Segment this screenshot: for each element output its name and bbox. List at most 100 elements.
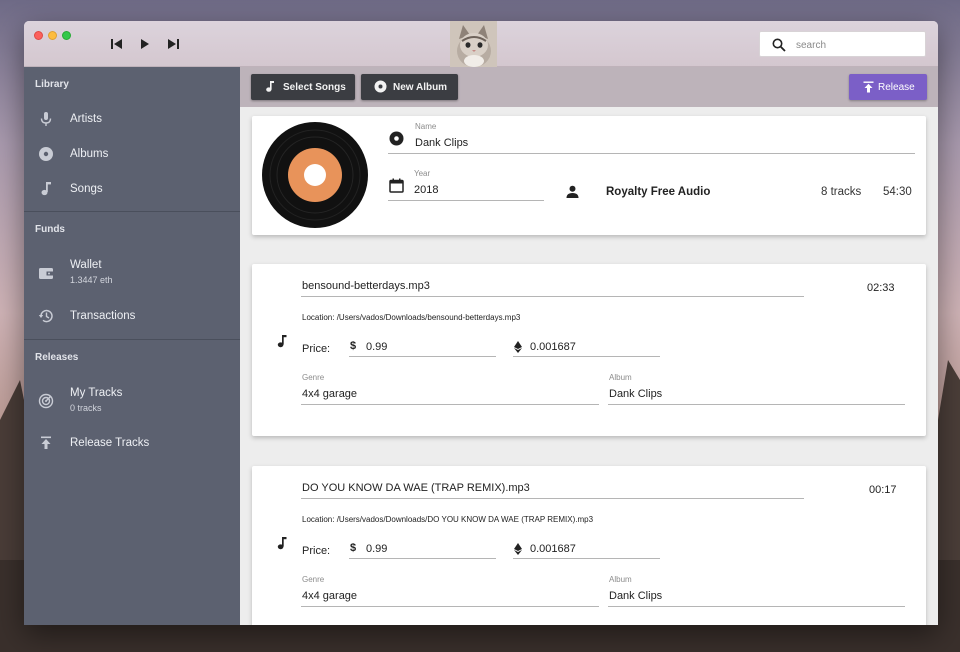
track-genre-label: Genre (302, 575, 325, 584)
search-box[interactable] (759, 31, 926, 57)
person-icon (566, 185, 579, 198)
sidebar-divider (24, 211, 240, 212)
sidebar-item-transactions[interactable]: Transactions (24, 302, 240, 330)
track-duration: 00:17 (869, 484, 897, 496)
track-album-underline (608, 606, 905, 607)
album-name-field[interactable]: Dank Clips (415, 137, 468, 149)
sidebar-item-artists[interactable]: Artists (24, 105, 240, 133)
music-note-icon (276, 536, 288, 550)
track-album-field[interactable]: Dank Clips (609, 388, 662, 400)
play-button[interactable] (138, 38, 152, 50)
main-content: Select Songs New Album Release Name Dank… (240, 67, 938, 625)
sidebar-item-albums[interactable]: Albums (24, 140, 240, 168)
radar-icon (38, 393, 54, 409)
album-track-count: 8 tracks (821, 186, 862, 198)
album-name-label: Name (415, 122, 437, 131)
search-input[interactable] (796, 36, 916, 54)
app-window: Library Artists Albums Songs Funds (24, 21, 938, 625)
track-genre-field[interactable]: 4x4 garage (302, 590, 357, 602)
publish-icon (38, 435, 54, 451)
track-filename[interactable]: bensound-betterdays.mp3 (302, 280, 430, 292)
track-filename-underline (301, 498, 804, 499)
track-location: Location: /Users/vados/Downloads/DO YOU … (302, 515, 594, 524)
ethereum-icon (514, 543, 522, 555)
history-icon (38, 308, 54, 324)
sidebar: Library Artists Albums Songs Funds Walle… (24, 67, 240, 625)
track-genre-label: Genre (302, 373, 325, 382)
sidebar-section-library: Library (35, 79, 69, 90)
track-album-underline (608, 404, 905, 405)
album-year-underline (388, 200, 544, 201)
track-album-label: Album (609, 373, 632, 382)
skip-next-icon (168, 39, 179, 49)
next-track-button[interactable] (166, 38, 180, 50)
track-location: Location: /Users/vados/Downloads/bensoun… (302, 313, 521, 322)
track-usd-price[interactable]: 0.99 (366, 341, 387, 353)
track-genre-underline (301, 606, 599, 607)
eth-price-underline (513, 558, 660, 559)
sidebar-divider (24, 339, 240, 340)
usd-price-underline (349, 558, 496, 559)
previous-track-button[interactable] (110, 38, 124, 50)
track-filename[interactable]: DO YOU KNOW DA WAE (TRAP REMIX).mp3 (302, 482, 530, 494)
calendar-icon (389, 178, 404, 193)
track-usd-price[interactable]: 0.99 (366, 543, 387, 555)
usd-price-underline (349, 356, 496, 357)
track-genre-field[interactable]: 4x4 garage (302, 388, 357, 400)
sidebar-item-songs[interactable]: Songs (24, 175, 240, 203)
track-album-label: Album (609, 575, 632, 584)
album-card: Name Dank Clips Year 2018 Royalty Free A… (252, 116, 926, 235)
track-price-label: Price: (302, 343, 331, 355)
title-bar (24, 21, 938, 67)
track-duration: 02:33 (867, 282, 895, 294)
sidebar-item-label: My Tracks (70, 387, 123, 399)
track-eth-price[interactable]: 0.001687 (530, 543, 576, 555)
track-genre-underline (301, 404, 599, 405)
album-artist: Royalty Free Audio (606, 186, 711, 198)
kitten-artwork-icon (450, 21, 497, 67)
release-button[interactable]: Release (849, 74, 927, 100)
minimize-window-button[interactable] (48, 31, 57, 40)
ethereum-icon (514, 341, 522, 353)
dollar-icon: $ (350, 542, 357, 554)
album-disc-icon (389, 131, 404, 146)
track-price-label: Price: (302, 545, 331, 557)
album-year-label: Year (414, 169, 431, 178)
sidebar-item-label: Albums (70, 148, 109, 160)
toolbar: Select Songs New Album Release (240, 67, 938, 107)
close-window-button[interactable] (34, 31, 43, 40)
sidebar-item-release-tracks[interactable]: Release Tracks (24, 429, 240, 457)
search-icon (772, 38, 786, 52)
play-icon (141, 39, 149, 49)
sidebar-item-label: Songs (70, 183, 103, 195)
track-eth-price[interactable]: 0.001687 (530, 341, 576, 353)
album-disc-icon (38, 146, 54, 162)
track-card: bensound-betterdays.mp3 02:33 Location: … (252, 264, 926, 436)
music-note-icon (266, 81, 274, 92)
album-year-field[interactable]: 2018 (414, 184, 438, 196)
zoom-window-button[interactable] (62, 31, 71, 40)
vinyl-record-icon (261, 121, 369, 229)
sidebar-item-my-tracks[interactable]: My Tracks 0 tracks (24, 380, 240, 422)
sidebar-section-releases: Releases (35, 352, 79, 363)
now-playing-cover[interactable] (450, 21, 497, 67)
new-album-button[interactable]: New Album (361, 74, 458, 100)
microphone-icon (38, 111, 54, 127)
track-filename-underline (301, 296, 804, 297)
sidebar-section-funds: Funds (35, 224, 65, 235)
sidebar-item-label: Wallet (70, 259, 102, 271)
sidebar-item-wallet[interactable]: Wallet 1.3447 eth (24, 252, 240, 294)
track-card: DO YOU KNOW DA WAE (TRAP REMIX).mp3 00:1… (252, 466, 926, 625)
track-album-field[interactable]: Dank Clips (609, 590, 662, 602)
sidebar-item-label: Release Tracks (70, 437, 150, 449)
dollar-icon: $ (350, 340, 357, 352)
upload-icon (863, 81, 874, 93)
sidebar-item-label: Artists (70, 113, 102, 125)
my-tracks-count: 0 tracks (70, 403, 102, 413)
select-songs-button[interactable]: Select Songs (251, 74, 355, 100)
music-note-icon (276, 334, 288, 348)
music-note-icon (38, 181, 54, 197)
eth-price-underline (513, 356, 660, 357)
wallet-balance: 1.3447 eth (70, 275, 113, 285)
album-duration: 54:30 (883, 186, 912, 198)
